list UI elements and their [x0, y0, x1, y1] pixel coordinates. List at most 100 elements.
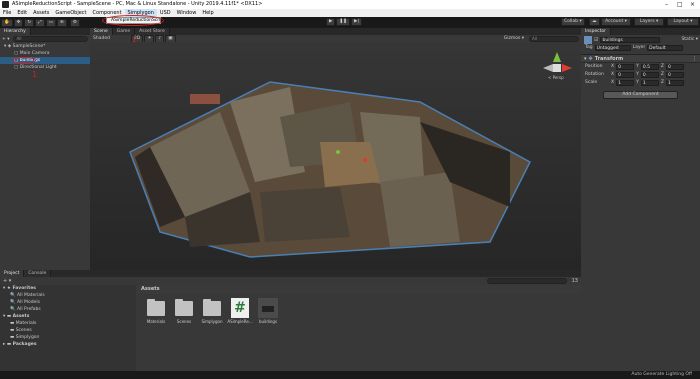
play-controls: ▶ ❚❚ ▶|	[325, 18, 362, 26]
tree-item-label: Packages	[12, 342, 37, 347]
project-search-input[interactable]	[486, 278, 567, 284]
minimize-icon[interactable]: –	[665, 0, 668, 9]
scene-orientation-gizmo[interactable]: < Persp	[542, 52, 572, 82]
scale-z-field[interactable]: 1	[665, 80, 684, 86]
status-bar: Auto Generate Lighting Off	[0, 371, 700, 379]
tab-asset-store[interactable]: Asset Store	[135, 28, 170, 35]
hierarchy-panel: Hierarchy + ▾ All ▾ ◈ SampleScene* ▢ Mai…	[0, 28, 90, 270]
active-checkbox[interactable]: ☑	[594, 37, 598, 43]
rotation-x-field[interactable]: 0	[616, 72, 635, 78]
tab-hierarchy[interactable]: Hierarchy	[0, 28, 31, 35]
scale-y-field[interactable]: 1	[640, 80, 659, 86]
cloud-icon[interactable]: ☁	[589, 18, 600, 26]
tree-item-favorites[interactable]: ▾ ★ Favorites	[0, 285, 136, 292]
tab-console[interactable]: Console	[24, 270, 52, 277]
custom-tool-icon[interactable]: ⚙	[69, 18, 80, 27]
hierarchy-tabbar: Hierarchy	[0, 28, 90, 35]
hierarchy-item-label: Directional Light	[19, 65, 57, 70]
menu-assets[interactable]: Assets	[30, 9, 52, 17]
pause-icon[interactable]: ❚❚	[336, 18, 351, 26]
gizmos-dropdown[interactable]: Gizmos ▾	[501, 36, 527, 41]
project-create-button[interactable]: + ▾	[0, 278, 14, 284]
static-dropdown[interactable]: Static ▾	[681, 37, 700, 42]
asset-materials[interactable]: Materials	[143, 299, 169, 324]
scale-x-field[interactable]: 1	[616, 80, 635, 86]
asset-label: Scenes	[176, 319, 192, 324]
tree-item-assets[interactable]: ▾ ▬ Assets	[0, 313, 136, 320]
scale-row: Scale X1 Y1 Z1	[581, 79, 700, 87]
menu-help[interactable]: Help	[199, 9, 216, 17]
play-icon[interactable]: ▶	[326, 18, 336, 26]
scene-viewport[interactable]: < Persp	[90, 42, 581, 270]
tree-item-packages[interactable]: ▸ ▬ Packages	[0, 341, 136, 348]
asset-label: buildings	[258, 319, 278, 324]
project-tabbar: Project Console	[0, 270, 581, 277]
step-icon[interactable]: ▶|	[351, 18, 362, 26]
menu-gameobject[interactable]: GameObject	[52, 9, 89, 17]
hierarchy-search-input[interactable]: All	[13, 36, 88, 42]
unity-logo-icon	[2, 1, 9, 8]
add-component-button[interactable]: Add Component	[603, 91, 678, 99]
layout-dropdown[interactable]: Layout ▾	[667, 18, 699, 26]
hierarchy-item-directional-light[interactable]: ▢ Directional Light	[0, 64, 90, 71]
asset-buildings[interactable]: buildings	[255, 298, 281, 324]
tree-item-all-models[interactable]: 🔍 All Models	[0, 299, 136, 306]
tab-game[interactable]: Game	[112, 28, 136, 35]
menu-edit[interactable]: Edit	[14, 9, 30, 17]
hierarchy-create-button[interactable]: + ▾	[0, 37, 11, 42]
menu-usd[interactable]: USD	[157, 9, 174, 17]
scene-search-input[interactable]: All	[529, 35, 579, 42]
scene-tabbar: Scene Game Asset Store	[90, 28, 581, 35]
move-tool-icon[interactable]: ✥	[13, 18, 24, 27]
window-title: ASimpleReductionScript - SampleScene - P…	[12, 1, 263, 7]
tree-item-scenes[interactable]: ▬ Scenes	[0, 327, 136, 334]
hierarchy-item-main-camera[interactable]: ▢ Main Camera	[0, 50, 90, 57]
scene-panel: Scene Game Asset Store Shaded 2D ☀ ♪ ▣ G…	[90, 28, 581, 270]
shading-mode-dropdown[interactable]: Shaded	[90, 36, 130, 41]
asset-label: ASimpleRe...	[227, 319, 253, 324]
transform-tool-icon[interactable]: ⊕	[57, 18, 67, 27]
hierarchy-item-samplescene[interactable]: ▾ ◈ SampleScene*	[0, 43, 90, 50]
component-title: Transform	[594, 55, 624, 62]
perspective-label[interactable]: < Persp	[548, 75, 564, 80]
account-dropdown[interactable]: Account ▾	[601, 18, 631, 26]
tree-item-materials[interactable]: ▬ Materials	[0, 320, 136, 327]
lighting-status: Auto Generate Lighting Off	[631, 372, 692, 377]
layer-dropdown[interactable]: Default	[647, 45, 684, 51]
menu-file[interactable]: File	[0, 9, 14, 17]
tag-label: Tag	[585, 45, 593, 50]
scale-tool-icon[interactable]: ⤢	[35, 18, 45, 27]
position-y-field[interactable]: 0.5	[640, 64, 659, 70]
tab-inspector[interactable]: Inspector	[581, 28, 611, 35]
tree-item-simplygon[interactable]: ▬ Simplygon	[0, 334, 136, 341]
tag-dropdown[interactable]: Untagged	[594, 45, 631, 51]
object-name-field[interactable]: buildings	[600, 36, 661, 43]
tree-item-all-prefabs[interactable]: 🔍 All Prefabs	[0, 306, 136, 313]
collab-button[interactable]: Collab ▾	[561, 18, 585, 26]
transform-component-header[interactable]: ▾ ✥ Transform ⋮	[581, 54, 700, 63]
rotation-z-field[interactable]: 0	[665, 72, 684, 78]
component-menu-icon[interactable]: ⋮	[692, 56, 700, 62]
layers-dropdown[interactable]: Layers ▾	[634, 18, 664, 26]
menu-window[interactable]: Window	[174, 9, 200, 17]
asset-label: Simplygon	[201, 319, 223, 324]
asset-simplygon[interactable]: Simplygon	[199, 299, 225, 324]
highlight-ellipse	[102, 15, 164, 26]
hand-tool-icon[interactable]: ✋	[1, 18, 13, 27]
rotation-y-field[interactable]: 0	[640, 72, 659, 78]
tab-scene[interactable]: Scene	[90, 28, 113, 35]
position-x-field[interactable]: 0	[616, 64, 635, 70]
asset-script[interactable]: # ASimpleRe...	[227, 298, 253, 324]
hierarchy-item-buildings[interactable]: ▢ buildings	[0, 57, 90, 64]
hierarchy-item-label: Main Camera	[19, 51, 50, 56]
rect-tool-icon[interactable]: ▭	[45, 18, 57, 27]
asset-scenes[interactable]: Scenes	[171, 299, 197, 324]
position-z-field[interactable]: 0	[665, 64, 684, 70]
maximize-icon[interactable]: □	[677, 0, 683, 9]
rotate-tool-icon[interactable]: ↻	[24, 18, 35, 27]
tree-item-all-materials[interactable]: 🔍 All Materials	[0, 292, 136, 299]
tab-project[interactable]: Project	[0, 270, 25, 277]
tree-item-label: All Models	[17, 300, 40, 305]
model-prefab-icon	[258, 298, 278, 318]
close-icon[interactable]: ×	[690, 0, 695, 9]
